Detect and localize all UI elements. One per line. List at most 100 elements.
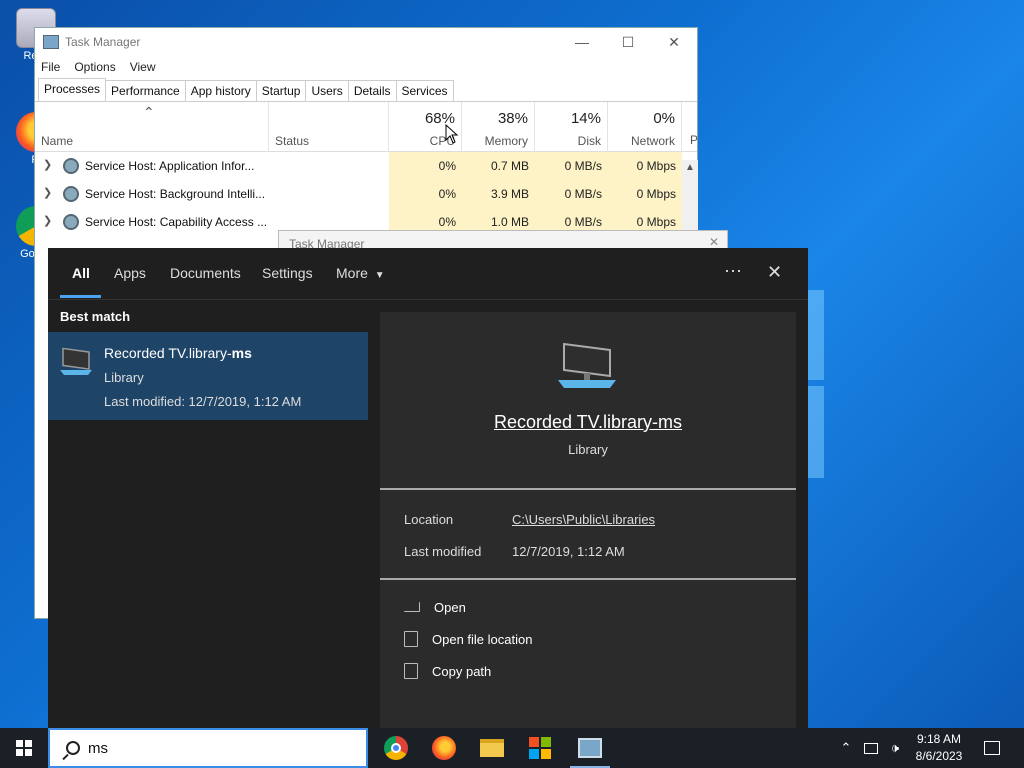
tab-details[interactable]: Details [347, 80, 397, 101]
start-button[interactable] [0, 728, 48, 768]
firefox-icon [432, 736, 456, 760]
memory-label: Memory [484, 134, 528, 148]
expand-chevron-icon[interactable]: ❯ [43, 158, 52, 171]
tab-settings[interactable]: Settings [262, 265, 313, 281]
result-title-match: ms [231, 345, 252, 361]
process-name: Service Host: Application Infor... [85, 159, 255, 173]
column-status-label: Status [275, 134, 310, 148]
expand-chevron-icon[interactable]: ❯ [43, 186, 52, 199]
store-icon [529, 737, 551, 759]
windows-logo-icon [16, 740, 32, 756]
result-modified: Last modified: 12/7/2019, 1:12 AM [104, 394, 302, 409]
window-title: Task Manager [65, 35, 141, 49]
detail-type: Library [568, 442, 608, 457]
memory-value: 3.9 MB [462, 180, 535, 208]
column-power-partial[interactable]: P [690, 133, 698, 147]
tab-services[interactable]: Services [395, 80, 454, 101]
network-value: 0 Mbps [608, 152, 682, 180]
menu-view[interactable]: View [130, 60, 156, 74]
disk-value: 0 MB/s [535, 180, 608, 208]
tab-more[interactable]: More ▼ [336, 265, 385, 281]
network-icon[interactable] [860, 728, 882, 768]
process-name: Service Host: Background Intelli... [85, 187, 266, 201]
best-match-result[interactable]: Recorded TV.library-ms Library Last modi… [48, 332, 368, 420]
disk-label: Disk [577, 134, 601, 148]
modified-value: 12/7/2019, 1:12 AM [512, 544, 625, 559]
copy-icon [404, 663, 418, 679]
taskbar-app-chrome[interactable] [372, 728, 420, 768]
taskbar: ⌃ 🕩 9:18 AM 8/6/2023 [0, 728, 1024, 768]
tab-apps[interactable]: Apps [114, 265, 146, 281]
clock-time: 9:18 AM [916, 732, 962, 746]
menu-options[interactable]: Options [74, 60, 115, 74]
taskbar-app-file-explorer[interactable] [468, 728, 516, 768]
notifications-button[interactable] [980, 728, 1004, 768]
taskbar-search-box[interactable] [48, 728, 368, 768]
cpu-value: 0% [389, 152, 462, 180]
clock-date: 8/6/2023 [915, 749, 963, 763]
taskbar-app-task-manager[interactable] [566, 728, 614, 768]
scroll-up-icon[interactable]: ▲ [685, 162, 695, 173]
gear-icon [63, 186, 79, 202]
chrome-icon [384, 736, 408, 760]
column-memory[interactable]: 38% Memory [462, 102, 535, 152]
task-manager-icon [43, 35, 59, 49]
tab-processes[interactable]: Processes [38, 78, 107, 101]
expand-chevron-icon[interactable]: ❯ [43, 214, 52, 227]
modified-label: Last modified [404, 544, 482, 559]
open-icon [404, 602, 420, 612]
location-label: Location [404, 512, 454, 527]
action-open[interactable]: Open [404, 596, 466, 618]
tab-app-history[interactable]: App history [184, 80, 257, 101]
disk-value: 0 MB/s [535, 152, 608, 180]
tab-documents[interactable]: Documents [170, 265, 241, 281]
menu-file[interactable]: File [41, 60, 60, 74]
result-type: Library [104, 370, 144, 385]
action-copy-path[interactable]: Copy path [404, 660, 491, 682]
library-tv-icon [60, 347, 92, 375]
more-options-icon[interactable]: ⋯ [724, 261, 742, 282]
divider [380, 488, 796, 490]
close-icon[interactable]: ✕ [709, 235, 719, 249]
process-name: Service Host: Capability Access ... [85, 215, 268, 229]
result-title-prefix: Recorded TV.library- [104, 345, 232, 361]
taskbar-app-firefox[interactable] [420, 728, 468, 768]
library-tv-icon [558, 342, 616, 388]
tab-more-label: More [336, 265, 368, 281]
column-name[interactable]: Name [35, 102, 269, 152]
memory-percent: 38% [497, 110, 528, 127]
maximize-button[interactable]: ☐ [605, 28, 651, 56]
memory-value: 0.7 MB [462, 152, 535, 180]
folder-location-icon [404, 631, 418, 647]
detail-title[interactable]: Recorded TV.library-ms [380, 412, 796, 433]
gear-icon [63, 158, 79, 174]
search-filter-bar: All Apps Documents Settings More ▼ ⋯ ✕ [48, 248, 808, 300]
location-link[interactable]: C:\Users\Public\Libraries [512, 512, 655, 527]
column-disk[interactable]: 14% Disk [535, 102, 608, 152]
tab-users[interactable]: Users [305, 80, 349, 101]
network-value: 0 Mbps [608, 180, 682, 208]
cpu-value: 0% [389, 180, 462, 208]
table-row[interactable]: ❯ Service Host: Application Infor... 0% … [35, 152, 697, 180]
tab-startup[interactable]: Startup [255, 80, 307, 101]
close-button[interactable]: ✕ [651, 28, 697, 56]
taskbar-app-store[interactable] [516, 728, 564, 768]
column-status[interactable]: Status [269, 102, 389, 152]
search-input[interactable] [88, 739, 348, 757]
tab-performance[interactable]: Performance [105, 80, 186, 101]
active-tab-indicator [60, 295, 101, 298]
table-row[interactable]: ❯ Service Host: Background Intelli... 0%… [35, 180, 697, 208]
close-icon[interactable]: ✕ [767, 262, 782, 283]
column-network[interactable]: 0% Network [608, 102, 682, 152]
network-label: Network [630, 134, 675, 148]
column-name-label: Name [41, 134, 74, 148]
clock[interactable]: 9:18 AM 8/6/2023 [908, 731, 970, 765]
volume-icon[interactable]: 🕩 [884, 728, 906, 768]
show-hidden-icons-button[interactable]: ⌃ [836, 728, 856, 768]
action-open-file-location[interactable]: Open file location [404, 628, 532, 650]
tab-bar: Processes Performance App history Startu… [35, 78, 697, 102]
minimize-button[interactable]: — [559, 28, 605, 56]
caret-down-icon: ▼ [374, 270, 385, 281]
tab-all[interactable]: All [72, 265, 90, 281]
mouse-cursor-icon [445, 124, 459, 144]
